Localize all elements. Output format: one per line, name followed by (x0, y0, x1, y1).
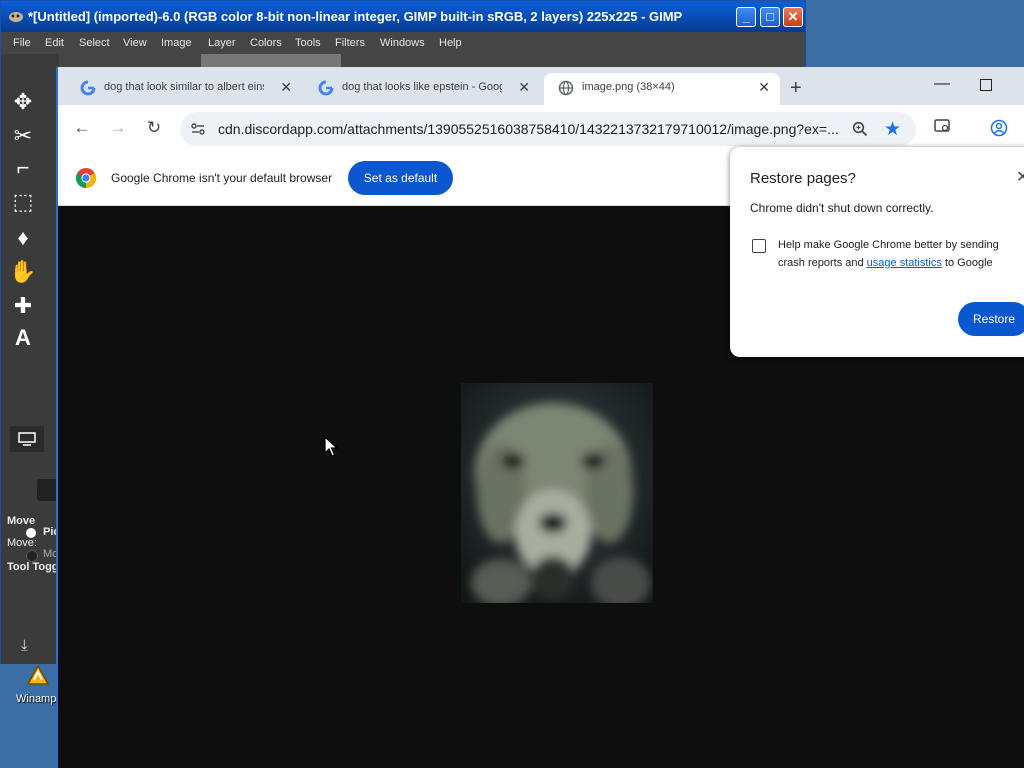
gimp-menu-filters[interactable]: Filters (335, 37, 365, 49)
gimp-image-tabs[interactable] (201, 54, 341, 68)
crash-report-text-end: to Google (944, 257, 993, 269)
gimp-toolbox: ✥ ✂ ⌐ ⬚ ♦ ✋ ✚ A Move Move: Tool Togg Pic… (1, 54, 60, 664)
profile-icon[interactable] (990, 119, 1008, 137)
tool-toggle-label: Tool Togg (7, 561, 59, 573)
tab-title: image.png (38×44) (582, 81, 675, 93)
bookmark-star-icon[interactable]: ★ (884, 118, 901, 141)
tool-option-move-label: Move: (7, 537, 37, 549)
back-icon[interactable]: ← (72, 118, 92, 138)
gimp-maximize-button[interactable]: □ (760, 7, 780, 27)
gimp-menu-windows[interactable]: Windows (380, 37, 425, 49)
tab-image-png[interactable]: image.png (38×44) ✕ (544, 73, 780, 105)
tab-search-icon[interactable] (934, 119, 952, 133)
tool-options-title: Move (7, 515, 36, 527)
tab-einstein-search[interactable]: dog that look similar to albert einstein… (66, 73, 302, 105)
dog-image[interactable] (461, 383, 653, 603)
crop-tool-icon[interactable]: ⌐ (9, 154, 37, 182)
forward-icon[interactable]: → (108, 118, 128, 138)
usage-statistics-link[interactable]: usage statistics (867, 257, 942, 269)
text-tool-icon[interactable]: A (9, 324, 37, 352)
chrome-window[interactable]: dog that look similar to albert einstein… (56, 67, 1024, 768)
new-tab-icon[interactable]: + (790, 77, 802, 100)
google-icon (318, 80, 334, 96)
globe-icon (558, 80, 574, 96)
gimp-menu-view[interactable]: View (123, 37, 147, 49)
set-as-default-button[interactable]: Set as default (348, 161, 453, 195)
gimp-menu-layer[interactable]: Layer (208, 37, 236, 49)
move-active-radio[interactable] (26, 550, 38, 562)
infobar-message: Google Chrome isn't your default browser (111, 171, 333, 185)
winamp-label: Winamp (16, 693, 57, 705)
mouse-cursor-icon (324, 436, 338, 457)
gimp-menu-file[interactable]: File (13, 37, 31, 49)
gimp-menu-help[interactable]: Help (439, 37, 462, 49)
address-bar[interactable]: cdn.discordapp.com/attachments/139055251… (180, 112, 916, 146)
close-icon: ✕ (787, 9, 799, 24)
gimp-menu-image[interactable]: Image (161, 37, 192, 49)
crash-report-checkbox[interactable] (752, 239, 766, 253)
gimp-menu-colors[interactable]: Colors (250, 37, 282, 49)
restore-pages-dialog: Restore pages? ✕ Chrome didn't shut down… (730, 147, 1024, 357)
paint-tool-icon[interactable]: ✋ (9, 258, 37, 286)
scissors-tool-icon[interactable]: ✂ (9, 122, 37, 150)
monitor-icon (18, 432, 36, 446)
tab-title: dog that look similar to albert einstein… (104, 81, 264, 93)
restore-dialog-message: Chrome didn't shut down correctly. (750, 201, 934, 215)
pick-radio[interactable] (26, 528, 36, 538)
tab-title: dog that looks like epstein - Google Sea… (342, 81, 502, 93)
chrome-tabstrip: dog that look similar to albert einstein… (58, 67, 1024, 105)
save-options-icon[interactable]: ⤓ (21, 637, 28, 654)
reload-icon[interactable]: ↻ (144, 118, 164, 138)
tab-close-icon[interactable]: ✕ (518, 79, 530, 96)
gimp-menu-tools[interactable]: Tools (295, 37, 321, 49)
crash-report-label-line2: crash reports and usage statistics to Go… (778, 257, 993, 269)
gimp-window-title: *[Untitled] (imported)-6.0 (RGB color 8-… (28, 9, 683, 24)
gimp-menu-edit[interactable]: Edit (45, 37, 64, 49)
chrome-toolbar: ← → ↻ cdn.discordapp.com/attachments/139… (58, 105, 1024, 153)
restore-button[interactable]: Restore (958, 302, 1024, 336)
maximize-icon[interactable] (980, 79, 992, 91)
gimp-close-button[interactable]: ✕ (783, 7, 803, 27)
tab-epstein-search[interactable]: dog that looks like epstein - Google Sea… (304, 73, 540, 105)
bucket-fill-tool-icon[interactable]: ♦ (9, 224, 37, 252)
gimp-menu-select[interactable]: Select (79, 37, 110, 49)
site-info-icon[interactable] (190, 121, 206, 137)
maximize-icon: □ (766, 9, 774, 24)
crash-report-label-line1: Help make Google Chrome better by sendin… (778, 239, 999, 251)
tab-close-icon[interactable]: ✕ (758, 79, 770, 96)
close-icon[interactable]: ✕ (1016, 167, 1024, 187)
chrome-logo-icon (75, 168, 97, 189)
gimp-app-icon (9, 12, 23, 22)
gimp-minimize-button[interactable]: _ (736, 7, 756, 27)
minimize-icon: _ (742, 9, 750, 24)
heal-tool-icon[interactable]: ✚ (9, 292, 37, 320)
url-text[interactable]: cdn.discordapp.com/attachments/139055251… (218, 121, 839, 137)
zoom-icon[interactable] (852, 121, 868, 137)
minimize-icon[interactable]: — (934, 75, 950, 93)
winamp-desktop-icon[interactable]: Winamp (16, 660, 58, 710)
winamp-icon (26, 664, 50, 685)
gimp-titlebar[interactable]: *[Untitled] (imported)-6.0 (RGB color 8-… (1, 1, 805, 32)
move-tool-icon[interactable]: ✥ (9, 88, 37, 116)
restore-dialog-title: Restore pages? (750, 170, 856, 187)
device-status-button[interactable] (10, 426, 44, 452)
tab-close-icon[interactable]: ✕ (280, 79, 292, 96)
gimp-menubar: File Edit Select View Image Layer Colors… (1, 32, 805, 54)
crash-report-text: crash reports and (778, 257, 864, 269)
transform-tool-icon[interactable]: ⬚ (9, 188, 37, 216)
google-icon (80, 80, 96, 96)
